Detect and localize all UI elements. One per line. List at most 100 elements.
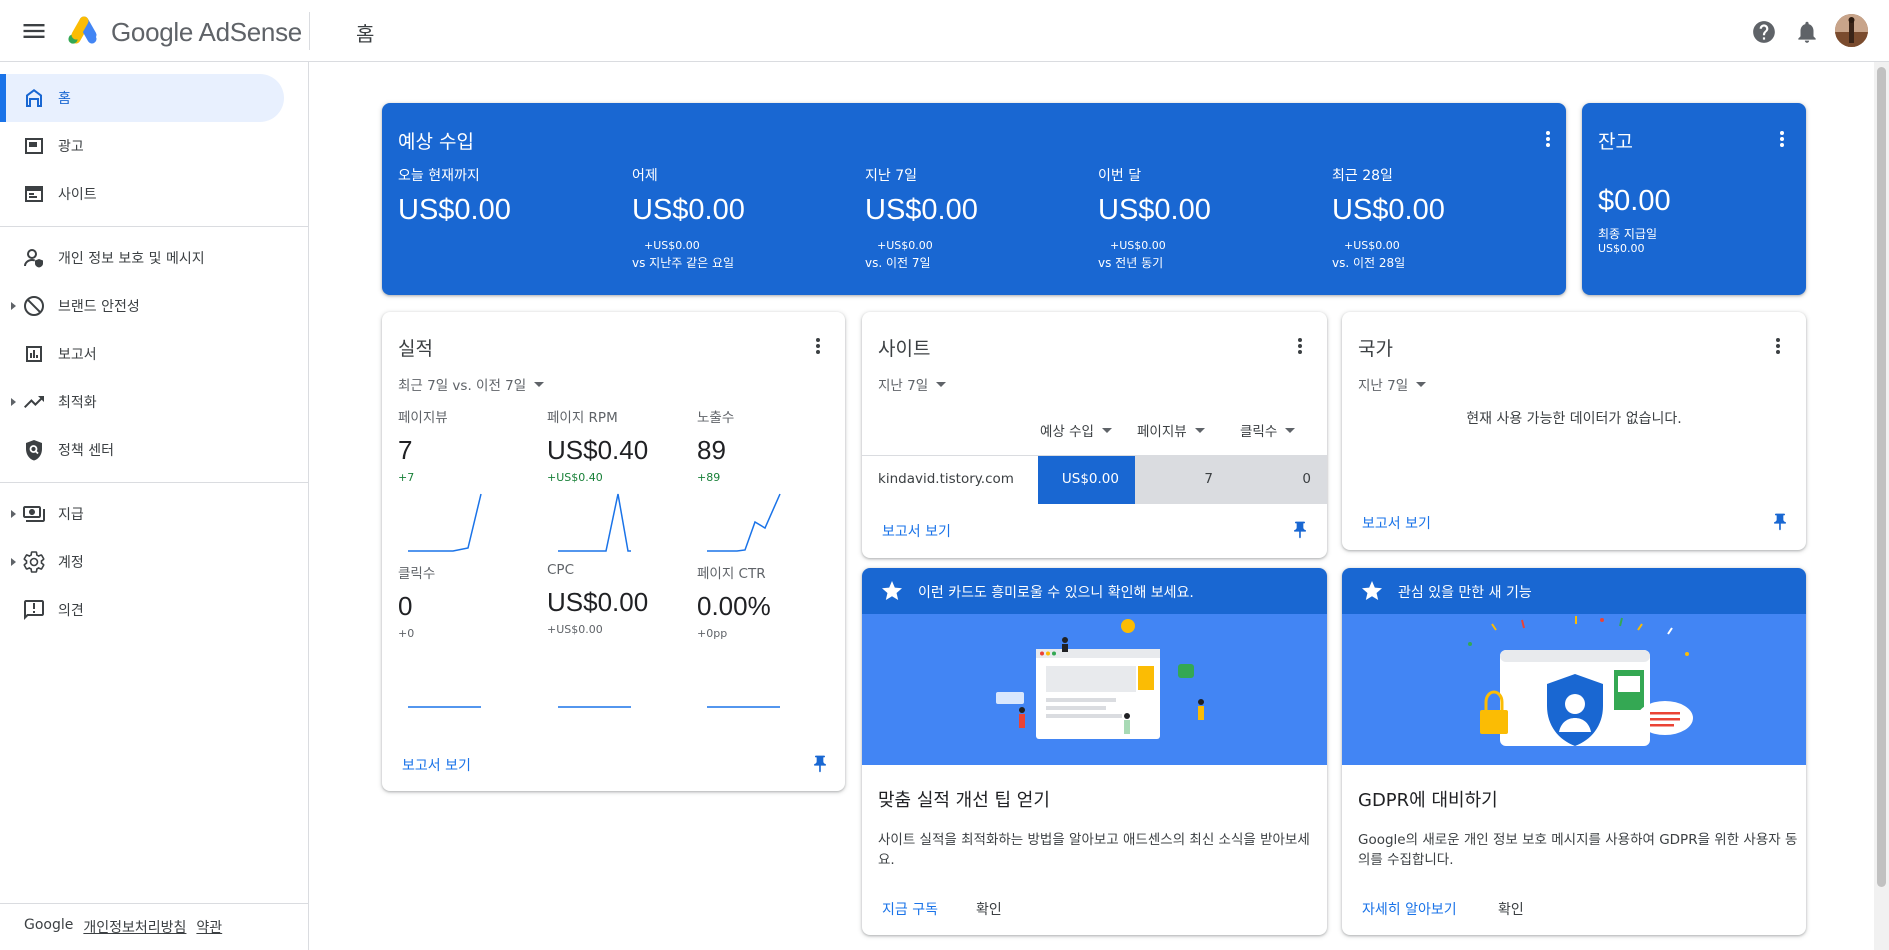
- metric-delta: +0pp: [697, 627, 728, 640]
- dismiss-button[interactable]: 확인: [976, 899, 1002, 919]
- scrollbar-thumb[interactable]: [1877, 67, 1886, 887]
- earnings-cell: US$0.00: [1038, 456, 1135, 504]
- banner-text: 이런 카드도 흥미로울 수 있으니 확인해 보세요.: [918, 585, 1194, 601]
- topbar-divider: [309, 12, 310, 50]
- metric-cpc[interactable]: CPC US$0.00 +US$0.00: [547, 562, 687, 636]
- gdpr-illustration: [1342, 614, 1806, 765]
- metric-value: 0.00%: [697, 591, 771, 621]
- sidebar-item-privacy-messaging[interactable]: 개인 정보 보호 및 메시지: [0, 234, 284, 282]
- metric-page-rpm[interactable]: 페이지 RPM US$0.40 +US$0.40: [547, 406, 687, 484]
- view-report-link[interactable]: 보고서 보기: [402, 755, 471, 775]
- menu-icon[interactable]: [20, 17, 48, 45]
- sidebar-divider: [0, 226, 308, 227]
- avatar[interactable]: [1835, 14, 1868, 47]
- pin-icon[interactable]: [810, 753, 830, 775]
- dismiss-button[interactable]: 확인: [1498, 899, 1524, 919]
- feedback-icon: [22, 598, 46, 622]
- earnings-value: US$0.00: [1332, 194, 1445, 226]
- page-title: 홈: [356, 22, 375, 46]
- sidebar-item-label: 개인 정보 보호 및 메시지: [58, 251, 205, 267]
- sidebar-item-label: 브랜드 안전성: [58, 299, 140, 315]
- sidebar-item-label: 홈: [58, 91, 71, 107]
- date-range-label: 최근 7일 vs. 이전 7일: [398, 378, 527, 394]
- privacy-policy-link[interactable]: 개인정보처리방침: [83, 917, 186, 937]
- tip-card: 이런 카드도 흥미로울 수 있으니 확인해 보세요. 맞춤 실적 개선 팁 얻기…: [862, 568, 1327, 935]
- metric-value: 0: [398, 591, 413, 621]
- metric-pageviews[interactable]: 페이지뷰 7 +7: [398, 406, 538, 484]
- more-vert-icon[interactable]: [1288, 334, 1312, 358]
- sidebar-item-sites[interactable]: 사이트: [0, 170, 284, 218]
- metric-delta: +US$0.40: [547, 471, 603, 484]
- sidebar-item-account[interactable]: 계정: [0, 538, 284, 586]
- banner-text: 관심 있을 만한 새 기능: [1398, 585, 1532, 601]
- subscribe-button[interactable]: 지금 구독: [882, 899, 938, 919]
- tip-banner: 이런 카드도 흥미로울 수 있으니 확인해 보세요.: [862, 568, 1327, 614]
- block-icon: [22, 294, 46, 318]
- earnings-this-month: 이번 달 US$0.00 +US$0.00 vs 전년 동기: [1098, 165, 1318, 271]
- expand-caret-icon: [11, 398, 16, 406]
- earnings-label: 어제: [632, 168, 658, 184]
- column-header-earnings[interactable]: 예상 수입: [1040, 420, 1112, 440]
- trending-up-icon: [22, 390, 46, 414]
- earnings-last-7-days: 지난 7일 US$0.00 +US$0.00 vs. 이전 7일: [865, 165, 1085, 271]
- pageviews-sparkline: [408, 493, 482, 552]
- more-vert-icon[interactable]: [806, 334, 830, 358]
- pageviews-cell: 7: [1135, 456, 1233, 504]
- earnings-comparison: vs. 이전 28일: [1332, 256, 1406, 270]
- feature-title: GDPR에 대비하기: [1358, 790, 1498, 811]
- earnings-comparison: vs 전년 동기: [1098, 256, 1164, 270]
- column-header-label: 클릭수: [1240, 424, 1278, 440]
- site-name[interactable]: kindavid.tistory.com: [878, 471, 1014, 487]
- sidebar-item-reports[interactable]: 보고서: [0, 330, 284, 378]
- view-report-link[interactable]: 보고서 보기: [1362, 513, 1431, 533]
- earnings-delta: +US$0.00: [877, 239, 933, 252]
- sidebar-item-home[interactable]: 홈: [0, 74, 284, 122]
- column-header-clicks[interactable]: 클릭수: [1240, 420, 1296, 440]
- date-range-dropdown[interactable]: 지난 7일: [878, 374, 947, 394]
- help-icon[interactable]: [1751, 19, 1777, 45]
- sidebar-item-label: 사이트: [58, 187, 97, 203]
- last-payment-label: 최종 지급일: [1598, 227, 1658, 241]
- sidebar-divider: [0, 482, 308, 483]
- pin-icon[interactable]: [1770, 511, 1790, 533]
- sidebar-item-feedback[interactable]: 의견: [0, 586, 284, 634]
- metric-clicks[interactable]: 클릭수 0 +0: [398, 562, 538, 640]
- dropdown-arrow-icon: [1416, 381, 1427, 387]
- pin-icon[interactable]: [1290, 519, 1310, 541]
- balance-card: 잔고 $0.00 최종 지급일 US$0.00: [1582, 103, 1806, 295]
- earnings-comparison: vs 지난주 같은 요일: [632, 256, 735, 270]
- sidebar-item-policy-center[interactable]: 정책 센터: [0, 426, 284, 474]
- earnings-last-28-days: 최근 28일 US$0.00 +US$0.00 vs. 이전 28일: [1332, 165, 1552, 271]
- tip-body: 사이트 실적을 최적화하는 방법을 알아보고 애드센스의 최신 소식을 받아보세…: [878, 832, 1310, 868]
- sidebar-item-label: 광고: [58, 139, 84, 155]
- page-scrollbar[interactable]: [1874, 62, 1889, 950]
- metric-value: 89: [697, 435, 726, 465]
- table-row[interactable]: kindavid.tistory.com US$0.00 7 0: [862, 456, 1327, 504]
- card-title: 사이트: [878, 338, 931, 360]
- bell-icon[interactable]: [1794, 19, 1820, 45]
- dropdown-arrow-icon: [534, 381, 545, 387]
- terms-link[interactable]: 약관: [196, 917, 222, 937]
- date-range-dropdown[interactable]: 지난 7일: [1358, 374, 1427, 394]
- sidebar-item-optimization[interactable]: 최적화: [0, 378, 284, 426]
- learn-more-button[interactable]: 자세히 알아보기: [1362, 899, 1457, 919]
- footer-google-text: Google: [24, 917, 74, 933]
- metric-delta: +0: [398, 627, 415, 640]
- sidebar-item-ads[interactable]: 광고: [0, 122, 284, 170]
- date-range-dropdown[interactable]: 최근 7일 vs. 이전 7일: [398, 374, 545, 394]
- more-vert-icon[interactable]: [1770, 127, 1794, 151]
- metric-label: 페이지뷰: [398, 410, 448, 426]
- sidebar-item-brand-safety[interactable]: 브랜드 안전성: [0, 282, 284, 330]
- column-header-pageviews[interactable]: 페이지뷰: [1137, 420, 1205, 440]
- column-header-label: 페이지뷰: [1137, 424, 1187, 440]
- more-vert-icon[interactable]: [1766, 334, 1790, 358]
- more-vert-icon[interactable]: [1536, 127, 1560, 151]
- metric-page-ctr[interactable]: 페이지 CTR 0.00% +0pp: [697, 562, 837, 640]
- metric-label: 페이지 RPM: [547, 410, 618, 426]
- view-report-link[interactable]: 보고서 보기: [882, 521, 951, 541]
- feature-card: 관심 있을 만한 새 기능 GDPR에 대비하기 Google의 새로운 개인 …: [1342, 568, 1806, 935]
- sidebar-item-payments[interactable]: 지급: [0, 490, 284, 538]
- metric-impressions[interactable]: 노출수 89 +89: [697, 406, 837, 484]
- sites-card: 사이트 지난 7일 예상 수입 페이지뷰 클릭수 kindavid.tistor…: [862, 312, 1327, 558]
- card-title: 잔고: [1598, 131, 1633, 153]
